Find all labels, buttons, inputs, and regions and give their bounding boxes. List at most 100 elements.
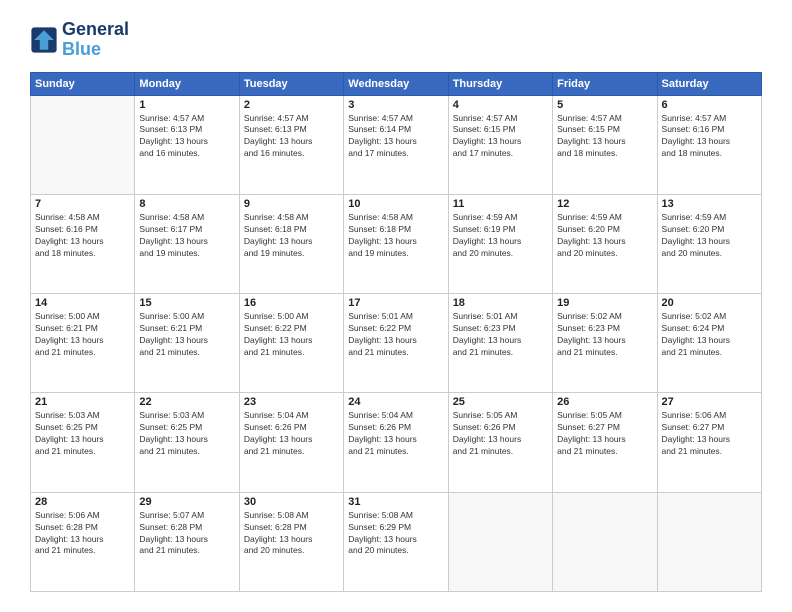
logo-line1: General [62,20,129,40]
weekday-header-saturday: Saturday [657,72,761,95]
calendar-cell: 16 Sunrise: 5:00 AMSunset: 6:22 PMDayligh… [239,294,343,393]
header: General Blue [30,20,762,60]
calendar-cell: 22 Sunrise: 5:03 AMSunset: 6:25 PMDayligh… [135,393,239,492]
day-info: Sunrise: 5:00 AMSunset: 6:22 PMDaylight:… [244,311,339,359]
calendar-cell: 8 Sunrise: 4:58 AMSunset: 6:17 PMDaylight… [135,194,239,293]
calendar-cell: 6 Sunrise: 4:57 AMSunset: 6:16 PMDaylight… [657,95,761,194]
day-info: Sunrise: 5:00 AMSunset: 6:21 PMDaylight:… [139,311,234,359]
day-number: 6 [662,99,757,111]
day-number: 10 [348,198,443,210]
day-info: Sunrise: 4:57 AMSunset: 6:13 PMDaylight:… [244,113,339,161]
weekday-header-thursday: Thursday [448,72,552,95]
day-info: Sunrise: 5:03 AMSunset: 6:25 PMDaylight:… [35,410,130,458]
day-number: 11 [453,198,548,210]
day-info: Sunrise: 5:02 AMSunset: 6:23 PMDaylight:… [557,311,652,359]
day-number: 13 [662,198,757,210]
day-number: 18 [453,297,548,309]
day-number: 12 [557,198,652,210]
day-number: 9 [244,198,339,210]
calendar-cell: 24 Sunrise: 5:04 AMSunset: 6:26 PMDayligh… [344,393,448,492]
day-info: Sunrise: 5:03 AMSunset: 6:25 PMDaylight:… [139,410,234,458]
day-info: Sunrise: 4:59 AMSunset: 6:19 PMDaylight:… [453,212,548,260]
calendar-cell: 27 Sunrise: 5:06 AMSunset: 6:27 PMDayligh… [657,393,761,492]
day-info: Sunrise: 4:58 AMSunset: 6:17 PMDaylight:… [139,212,234,260]
calendar-cell: 20 Sunrise: 5:02 AMSunset: 6:24 PMDayligh… [657,294,761,393]
calendar-cell: 4 Sunrise: 4:57 AMSunset: 6:15 PMDaylight… [448,95,552,194]
calendar-week-row: 14Sunrise: 5:00 AMSunset: 6:21 PMDayligh… [31,294,762,393]
day-info: Sunrise: 4:59 AMSunset: 6:20 PMDaylight:… [662,212,757,260]
calendar-cell: 10Sunrise: 4:58 AMSunset: 6:18 PMDayligh… [344,194,448,293]
calendar-cell: 9Sunrise: 4:58 AMSunset: 6:18 PMDaylight… [239,194,343,293]
weekday-header-friday: Friday [553,72,657,95]
calendar-cell: 23Sunrise: 5:04 AMSunset: 6:26 PMDayligh… [239,393,343,492]
calendar-week-row: 28 Sunrise: 5:06 AMSunset: 6:28 PMDayligh… [31,492,762,591]
calendar-cell [31,95,135,194]
day-number: 5 [557,99,652,111]
calendar-cell: 1 Sunrise: 4:57 AMSunset: 6:13 PMDaylight… [135,95,239,194]
calendar-week-row: 21 Sunrise: 5:03 AMSunset: 6:25 PMDayligh… [31,393,762,492]
calendar-cell: 14Sunrise: 5:00 AMSunset: 6:21 PMDayligh… [31,294,135,393]
calendar-cell: 21 Sunrise: 5:03 AMSunset: 6:25 PMDayligh… [31,393,135,492]
logo: General Blue [30,20,129,60]
day-number: 29 [139,496,234,508]
day-info: Sunrise: 5:07 AMSunset: 6:28 PMDaylight:… [139,510,234,558]
day-info: Sunrise: 5:06 AMSunset: 6:27 PMDaylight:… [662,410,757,458]
day-number: 20 [662,297,757,309]
day-number: 1 [139,99,234,111]
day-info: Sunrise: 4:57 AMSunset: 6:14 PMDaylight:… [348,113,443,161]
day-number: 3 [348,99,443,111]
day-info: Sunrise: 5:05 AMSunset: 6:27 PMDaylight:… [557,410,652,458]
calendar-cell: 11 Sunrise: 4:59 AMSunset: 6:19 PMDayligh… [448,194,552,293]
day-info: Sunrise: 5:04 AMSunset: 6:26 PMDaylight:… [244,410,339,458]
day-info: Sunrise: 5:01 AMSunset: 6:22 PMDaylight:… [348,311,443,359]
calendar-cell [657,492,761,591]
calendar-cell: 28 Sunrise: 5:06 AMSunset: 6:28 PMDayligh… [31,492,135,591]
day-number: 30 [244,496,339,508]
calendar-cell: 5 Sunrise: 4:57 AMSunset: 6:15 PMDaylight… [553,95,657,194]
weekday-header-tuesday: Tuesday [239,72,343,95]
weekday-header-sunday: Sunday [31,72,135,95]
calendar-cell: 29 Sunrise: 5:07 AMSunset: 6:28 PMDayligh… [135,492,239,591]
calendar-cell: 17 Sunrise: 5:01 AMSunset: 6:22 PMDayligh… [344,294,448,393]
day-number: 27 [662,396,757,408]
day-info: Sunrise: 5:02 AMSunset: 6:24 PMDaylight:… [662,311,757,359]
calendar-week-row: 1 Sunrise: 4:57 AMSunset: 6:13 PMDaylight… [31,95,762,194]
calendar-header-row: SundayMondayTuesdayWednesdayThursdayFrid… [31,72,762,95]
day-number: 4 [453,99,548,111]
day-info: Sunrise: 5:05 AMSunset: 6:26 PMDaylight:… [453,410,548,458]
calendar-cell: 12Sunrise: 4:59 AMSunset: 6:20 PMDayligh… [553,194,657,293]
day-number: 24 [348,396,443,408]
day-info: Sunrise: 5:08 AMSunset: 6:28 PMDaylight:… [244,510,339,558]
day-number: 8 [139,198,234,210]
day-info: Sunrise: 5:06 AMSunset: 6:28 PMDaylight:… [35,510,130,558]
calendar-cell: 15 Sunrise: 5:00 AMSunset: 6:21 PMDayligh… [135,294,239,393]
calendar-cell [448,492,552,591]
weekday-header-wednesday: Wednesday [344,72,448,95]
day-number: 17 [348,297,443,309]
day-info: Sunrise: 5:00 AMSunset: 6:21 PMDaylight:… [35,311,130,359]
calendar-table: SundayMondayTuesdayWednesdayThursdayFrid… [30,72,762,592]
calendar-cell [553,492,657,591]
day-info: Sunrise: 5:04 AMSunset: 6:26 PMDaylight:… [348,410,443,458]
day-number: 15 [139,297,234,309]
day-number: 21 [35,396,130,408]
day-info: Sunrise: 5:01 AMSunset: 6:23 PMDaylight:… [453,311,548,359]
day-info: Sunrise: 4:57 AMSunset: 6:13 PMDaylight:… [139,113,234,161]
calendar-cell: 19Sunrise: 5:02 AMSunset: 6:23 PMDayligh… [553,294,657,393]
day-number: 28 [35,496,130,508]
calendar-cell: 3 Sunrise: 4:57 AMSunset: 6:14 PMDaylight… [344,95,448,194]
day-info: Sunrise: 4:57 AMSunset: 6:15 PMDaylight:… [453,113,548,161]
calendar-week-row: 7Sunrise: 4:58 AMSunset: 6:16 PMDaylight… [31,194,762,293]
day-info: Sunrise: 4:58 AMSunset: 6:16 PMDaylight:… [35,212,130,260]
day-info: Sunrise: 4:57 AMSunset: 6:15 PMDaylight:… [557,113,652,161]
logo-line2: Blue [62,39,101,59]
day-info: Sunrise: 5:08 AMSunset: 6:29 PMDaylight:… [348,510,443,558]
day-info: Sunrise: 4:57 AMSunset: 6:16 PMDaylight:… [662,113,757,161]
day-number: 31 [348,496,443,508]
day-number: 22 [139,396,234,408]
calendar-cell: 25Sunrise: 5:05 AMSunset: 6:26 PMDayligh… [448,393,552,492]
day-number: 2 [244,99,339,111]
calendar-cell: 31 Sunrise: 5:08 AMSunset: 6:29 PMDayligh… [344,492,448,591]
day-number: 16 [244,297,339,309]
logo-text: General Blue [62,20,129,60]
